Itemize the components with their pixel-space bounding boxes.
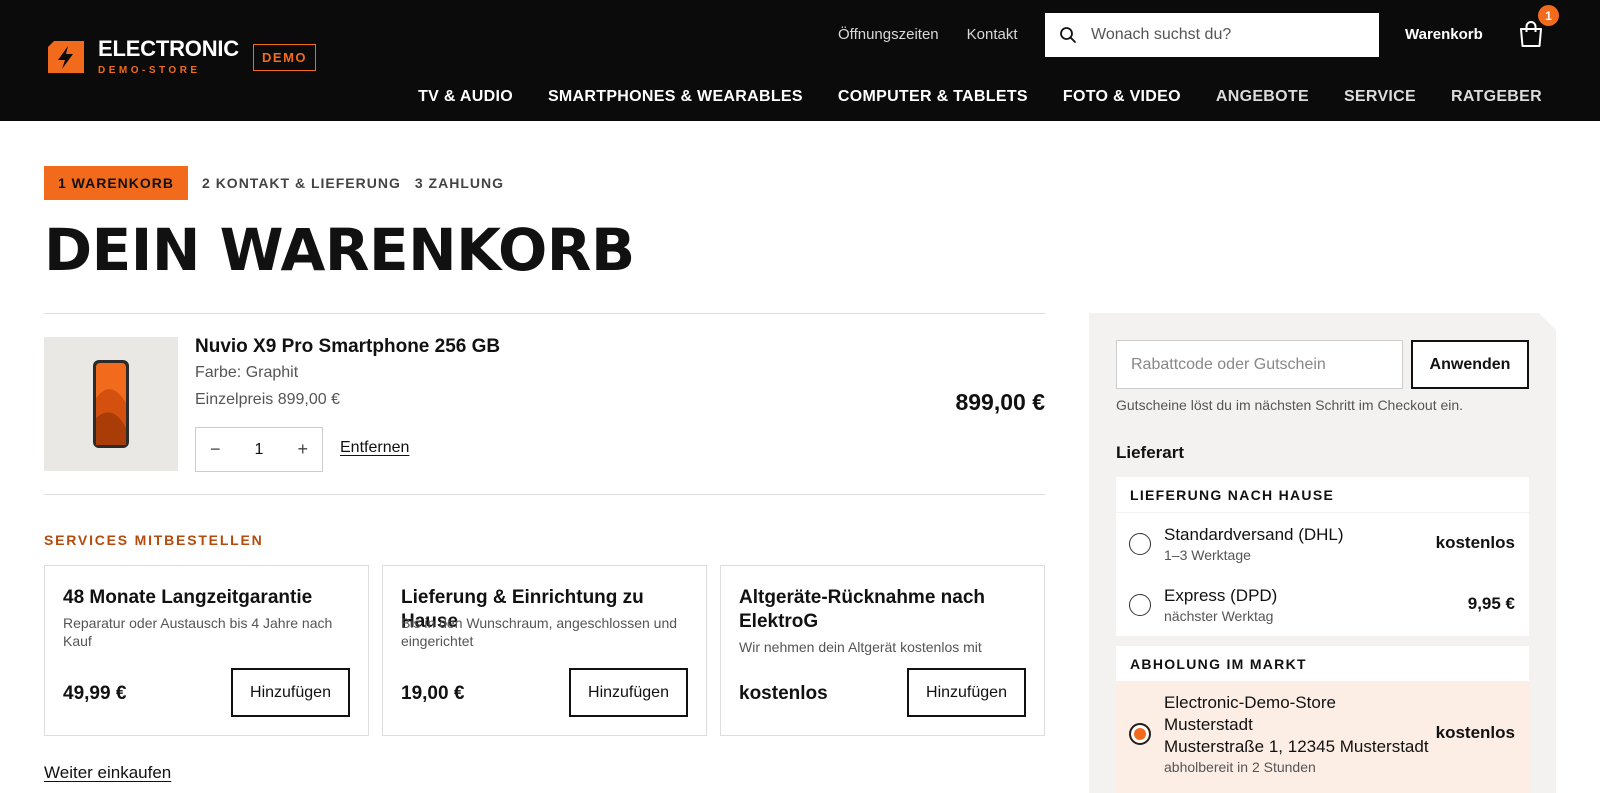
pickup-store-city: Musterstadt (1164, 715, 1253, 734)
option-subtext: 1–3 Werktage (1164, 547, 1251, 563)
option-price: kostenlos (1435, 533, 1515, 552)
step-cart-active: 1 WARENKORB (44, 166, 197, 200)
radio-express[interactable] (1129, 594, 1151, 616)
nav-foto-video[interactable]: FOTO & VIDEO (1063, 88, 1181, 106)
radio-pickup-selected[interactable] (1129, 723, 1151, 745)
cart-count-badge: 1 (1538, 5, 1559, 26)
nav-angebote[interactable]: ANGEBOTE (1216, 88, 1309, 106)
service-price: 49,99 € (63, 683, 127, 704)
product-color: Farbe: Graphit (195, 364, 299, 381)
option-price: 9,95 € (1467, 594, 1515, 613)
service-description: Bis in den Wunschraum, angeschlossen und… (401, 615, 678, 650)
step-contact-delivery[interactable]: 2 KONTAKT & LIEFERUNG (202, 175, 401, 191)
page-title: DEIN WARENKORB (44, 216, 635, 284)
order-sidebar: Anwenden Gutscheine löst du im nächsten … (1089, 313, 1556, 793)
quantity-stepper: − 1 + (195, 427, 323, 472)
search-bar (1045, 13, 1379, 57)
service-price: 19,00 € (401, 683, 465, 704)
logo-title: ELECTRONIC (98, 36, 240, 61)
option-subtext: nächster Werktag (1164, 608, 1274, 624)
coupon-input[interactable] (1116, 340, 1403, 389)
quantity-value[interactable]: 1 (255, 441, 264, 459)
main-navigation: TV & AUDIO SMARTPHONES & WEARABLES COMPU… (418, 88, 1542, 106)
logo-wordmark: ELECTRONIC DEMO-STORE (98, 38, 239, 76)
lightning-logo-icon (48, 41, 84, 73)
nav-computer-tablets[interactable]: COMPUTER & TABLETS (838, 88, 1028, 106)
smartphone-icon (93, 360, 129, 448)
cart-link[interactable]: Warenkorb (1405, 26, 1483, 43)
service-description: Wir nehmen dein Altgerät kostenlos mit (739, 639, 982, 655)
service-price: kostenlos (739, 683, 828, 704)
search-input[interactable] (1091, 26, 1371, 44)
add-warranty-button[interactable]: Hinzufügen (231, 668, 350, 717)
apply-coupon-button[interactable]: Anwenden (1411, 340, 1529, 389)
contact-link[interactable]: Kontakt (967, 26, 1018, 43)
pickup-store-address: Musterstraße 1, 12345 Musterstadt (1164, 737, 1429, 756)
radio-standard[interactable] (1129, 533, 1151, 555)
line-total-price: 899,00 € (955, 389, 1045, 415)
search-icon[interactable] (1059, 26, 1077, 44)
nav-tv-audio[interactable]: TV & AUDIO (418, 88, 513, 106)
checkout-steps: 1 WARENKORB 2 KONTAKT & LIEFERUNG 3 ZAHL… (44, 166, 504, 200)
service-title: Altgeräte-Rücknahme nach ElektroG (739, 587, 986, 632)
add-recycling-button[interactable]: Hinzufügen (907, 668, 1026, 717)
demo-badge: DEMO (253, 43, 317, 71)
shipping-option-standard[interactable]: Standardversand (DHL) 1–3 Werktage koste… (1116, 513, 1529, 574)
divider (44, 313, 1045, 314)
continue-shopping-link[interactable]: Weiter einkaufen (44, 763, 171, 783)
coupon-hint: Gutscheine löst du im nächsten Schritt i… (1116, 397, 1464, 413)
quantity-increase-button[interactable]: + (297, 439, 308, 460)
service-title: 48 Monate Langzeitgarantie (63, 587, 313, 608)
remove-item-link[interactable]: Entfernen (340, 439, 409, 457)
delivery-method-heading: Lieferart (1116, 443, 1185, 462)
product-unit-price: Einzelpreis 899,00 € (195, 391, 340, 408)
option-name: Express (DPD) (1164, 586, 1278, 605)
site-header: ELECTRONIC DEMO-STORE DEMO Öffnungszeite… (0, 0, 1600, 121)
service-card-warranty: 48 Monate Langzeitgarantie Reparatur ode… (44, 565, 369, 736)
utility-links: Öffnungszeiten Kontakt (838, 26, 1018, 43)
option-price: kostenlos (1435, 723, 1515, 742)
step-payment[interactable]: 3 ZAHLUNG (415, 175, 504, 191)
pickup-group-heading: ABHOLUNG IM MARKT (1116, 646, 1529, 681)
store-logo[interactable]: ELECTRONIC DEMO-STORE DEMO (48, 38, 317, 76)
service-card-delivery-setup: Lieferung & Einrichtung zu Hause Bis in … (382, 565, 707, 736)
quantity-decrease-button[interactable]: − (210, 439, 221, 460)
pickup-store-name: Electronic-Demo-Store (1164, 693, 1336, 712)
product-name[interactable]: Nuvio X9 Pro Smartphone 256 GB (195, 336, 500, 358)
service-card-recycling: Altgeräte-Rücknahme nach ElektroG Wir ne… (720, 565, 1045, 736)
pickup-readiness: abholbereit in 2 Stunden (1164, 759, 1316, 775)
nav-smartphones-wearables[interactable]: SMARTPHONES & WEARABLES (548, 88, 803, 106)
shopping-bag-icon[interactable] (1518, 20, 1544, 48)
shipping-option-express[interactable]: Express (DPD) nächster Werktag 9,95 € (1116, 574, 1529, 636)
add-delivery-setup-button[interactable]: Hinzufügen (569, 668, 688, 717)
services-heading: SERVICES MITBESTELLEN (44, 532, 264, 548)
product-image[interactable] (44, 337, 178, 471)
option-name: Standardversand (DHL) (1164, 525, 1344, 544)
service-description: Reparatur oder Austausch bis 4 Jahre nac… (63, 615, 333, 650)
logo-subtitle: DEMO-STORE (98, 65, 201, 76)
home-delivery-group-heading: LIEFERUNG NACH HAUSE (1116, 477, 1529, 512)
nav-service[interactable]: SERVICE (1344, 88, 1416, 106)
shipping-option-pickup[interactable]: Electronic-Demo-Store Musterstadt Muster… (1116, 682, 1529, 793)
nav-ratgeber[interactable]: RATGEBER (1451, 88, 1542, 106)
opening-hours-link[interactable]: Öffnungszeiten (838, 26, 939, 43)
divider (44, 494, 1045, 495)
